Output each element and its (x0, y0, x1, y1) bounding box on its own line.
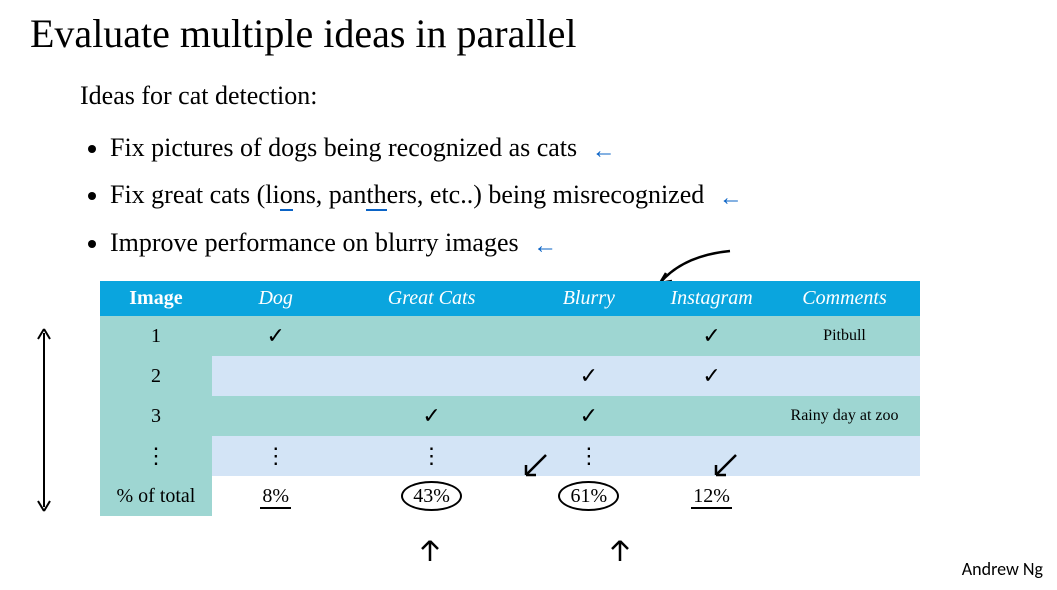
cell-blurry (524, 316, 655, 356)
check-icon: ✓ (702, 323, 720, 348)
col-comments: Comments (769, 281, 920, 316)
cell-comment (769, 436, 920, 476)
col-instagram: Instagram (654, 281, 769, 316)
table-row: 2 ✓ ✓ (100, 356, 920, 396)
cell-greatcats: ✓ (340, 396, 524, 436)
content-block: Ideas for cat detection: Fix pictures of… (80, 75, 1027, 263)
idea-item-2: Fix great cats (lions, panthers, etc..) … (110, 174, 1027, 216)
cell-blurry: ⋮ (524, 436, 655, 476)
idea-list: Fix pictures of dogs being recognized as… (80, 127, 1027, 264)
idea-item-3: Improve performance on blurry images ← (110, 222, 1027, 264)
col-dog: Dog (212, 281, 340, 316)
cell-idx: 1 (100, 316, 212, 356)
cell-idx: 3 (100, 396, 212, 436)
idea-text-1: Fix pictures of dogs being recognized as… (110, 133, 577, 162)
pct-greatcats: 43% (340, 476, 524, 516)
cell-dog (212, 356, 340, 396)
pct-label: % of total (100, 476, 212, 516)
cell-dog: ⋮ (212, 436, 340, 476)
cell-instagram: ✓ (654, 356, 769, 396)
check-icon: ✓ (702, 363, 720, 388)
col-image: Image (100, 281, 212, 316)
idea-item-1: Fix pictures of dogs being recognized as… (110, 127, 1027, 169)
page-title: Evaluate multiple ideas in parallel (30, 10, 1027, 57)
table-row-ellipsis: ⋮ ⋮ ⋮ ⋮ (100, 436, 920, 476)
cell-dog (212, 396, 340, 436)
check-icon: ✓ (580, 363, 598, 388)
table-row: 1 ✓ ✓ Pitbull (100, 316, 920, 356)
table-row: 3 ✓ ✓ Rainy day at zoo (100, 396, 920, 436)
check-icon: ✓ (580, 403, 598, 428)
arrow-left-icon: ← (719, 179, 743, 217)
attribution: Andrew Ng (962, 558, 1043, 580)
cell-dog: ✓ (212, 316, 340, 356)
cell-instagram: ✓ (654, 316, 769, 356)
cell-greatcats (340, 316, 524, 356)
row-span-arrow-icon (34, 325, 54, 515)
col-great-cats: Great Cats (340, 281, 524, 316)
pct-blurry: 61% (524, 476, 655, 516)
check-icon: ✓ (422, 403, 440, 428)
table-header-row: Image Dog Great Cats Blurry Instagram Co… (100, 281, 920, 316)
cell-comment: Rainy day at zoo (769, 396, 920, 436)
cell-comment (769, 356, 920, 396)
cell-greatcats: ⋮ (340, 436, 524, 476)
table-wrap: Image Dog Great Cats Blurry Instagram Co… (100, 281, 1027, 516)
subheading: Ideas for cat detection: (80, 75, 1027, 117)
slide: Evaluate multiple ideas in parallel Idea… (0, 0, 1057, 590)
arrow-left-icon: ← (533, 227, 557, 265)
cell-instagram (654, 396, 769, 436)
cell-idx: 2 (100, 356, 212, 396)
cell-instagram (654, 436, 769, 476)
cell-blurry: ✓ (524, 396, 655, 436)
col-blurry: Blurry (524, 281, 655, 316)
check-icon: ✓ (266, 323, 284, 348)
under-arrows-icon (370, 535, 720, 565)
pct-instagram: 12% (654, 476, 769, 516)
cell-comment: Pitbull (769, 316, 920, 356)
table-footer-row: % of total 8% 43% 61% 12% (100, 476, 920, 516)
idea-text-3: Improve performance on blurry images (110, 228, 519, 257)
idea-text-2: Fix great cats (lions, panthers, etc..) … (110, 180, 704, 211)
cell-greatcats (340, 356, 524, 396)
error-analysis-table: Image Dog Great Cats Blurry Instagram Co… (100, 281, 920, 516)
arrow-left-icon: ← (592, 132, 616, 170)
cell-blurry: ✓ (524, 356, 655, 396)
pct-dog: 8% (212, 476, 340, 516)
cell-idx: ⋮ (100, 436, 212, 476)
pct-comment (769, 476, 920, 516)
